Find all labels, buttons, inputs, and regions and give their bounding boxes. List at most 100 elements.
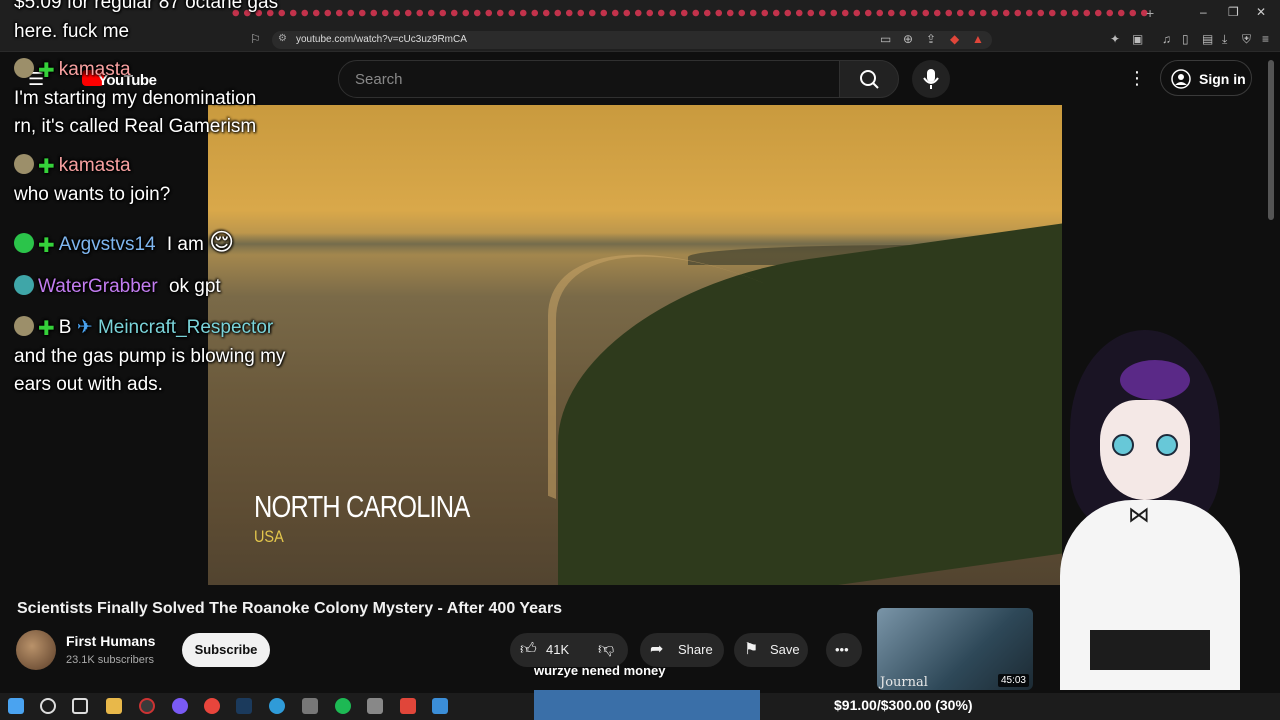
user-avatar-badge — [14, 233, 34, 253]
steam-icon[interactable] — [236, 698, 252, 714]
app-icon[interactable] — [302, 698, 318, 714]
chrome-icon[interactable] — [204, 698, 220, 714]
vtube-studio-icon[interactable] — [432, 698, 448, 714]
like-count[interactable]: 41K — [546, 633, 569, 667]
like-dislike-group: 👍︎ 41K 👎︎ — [510, 633, 628, 667]
vtuber-avatar: ⋈ — [1050, 330, 1250, 690]
subscribe-button[interactable]: Subscribe — [182, 633, 270, 667]
chat-message: and the gas pump is blowing my — [14, 346, 286, 367]
close-icon[interactable]: ✕ — [1256, 5, 1266, 19]
share-icon: ➦ — [650, 641, 664, 658]
chat-message: I am — [166, 234, 204, 255]
address-bar: ⚐ ⚙ youtube.com/watch?v=cUc3uz9RmCA ▭ ⊕ … — [0, 28, 1280, 52]
user-avatar-badge — [14, 154, 34, 174]
page-scrollbar[interactable] — [1268, 60, 1274, 220]
vtuber-eye-right — [1156, 434, 1178, 456]
site-info-icon[interactable]: ⚙ — [278, 33, 287, 44]
microphone-icon — [923, 69, 939, 89]
video-player[interactable]: NORTH CAROLINA USA — [208, 105, 1062, 585]
zoom-icon[interactable]: ⊕ — [903, 32, 913, 46]
member-badge-icon: ✚ — [38, 60, 55, 82]
bookmark-icon: ⚑ — [744, 641, 759, 658]
more-icon: ••• — [835, 642, 849, 657]
smiling-emoji-icon: 😌 — [209, 229, 235, 256]
chat-username: Avgvstvs14 — [58, 234, 156, 255]
member-badge-icon: ✚ — [38, 235, 55, 257]
obs-icon[interactable] — [139, 698, 155, 714]
edge-icon[interactable] — [269, 698, 285, 714]
chat-message: here. fuck me — [14, 21, 130, 42]
donation-goal-bar — [534, 690, 760, 720]
vtuber-hair-highlight — [1120, 360, 1190, 400]
channel-name[interactable]: First Humans — [66, 633, 155, 649]
chat-message: I'm starting my denomination — [14, 88, 257, 109]
file-explorer-icon[interactable] — [106, 698, 122, 714]
brave-icon[interactable] — [400, 698, 416, 714]
broken-image-badge: B — [58, 317, 72, 338]
bookmark-icon[interactable]: ⚐ — [250, 32, 261, 46]
rewards-icon[interactable]: ▲ — [972, 32, 984, 46]
search-button[interactable] — [839, 60, 899, 98]
chat-username: Meincraft_Respector — [97, 317, 274, 338]
share-label: Share — [678, 642, 713, 657]
sword-badge-icon: ✈ — [76, 317, 93, 338]
music-icon[interactable]: ♫ — [1162, 32, 1171, 46]
chat-user-line: ✚ kamasta — [14, 154, 131, 179]
spotify-icon[interactable] — [335, 698, 351, 714]
share-icon[interactable]: ⇪ — [926, 32, 936, 46]
downloads-icon[interactable]: ⤓ — [1222, 32, 1227, 47]
browser-menu-icon[interactable]: ≡ — [1262, 32, 1269, 46]
channel-avatar[interactable] — [16, 630, 56, 670]
recommended-video-thumbnail[interactable]: Journal 45:03 — [877, 608, 1033, 690]
wallet-icon[interactable]: ▤ — [1202, 32, 1213, 46]
share-button[interactable]: ➦ Share — [640, 633, 724, 667]
chat-username: kamasta — [58, 155, 131, 176]
chat-user-line: ✚ Avgvstvs14 I am 😌 — [14, 228, 234, 258]
vtuber-corset — [1090, 630, 1210, 670]
chat-username: kamasta — [58, 59, 131, 80]
chat-message: ok gpt — [168, 276, 221, 297]
chat-message: $5.09 for regular 87 octane gas — [14, 0, 279, 13]
vtuber-bow: ⋈ — [1128, 502, 1150, 527]
sign-in-button[interactable]: Sign in — [1160, 60, 1252, 96]
chat-user-line: ✚ kamasta — [14, 58, 131, 83]
discord-icon[interactable] — [172, 698, 188, 714]
new-tab-button[interactable]: + — [1146, 5, 1154, 21]
task-view-icon[interactable] — [72, 698, 88, 714]
account-icon — [1171, 69, 1191, 89]
dislike-icon[interactable]: 👎︎ — [598, 633, 614, 667]
member-badge-icon: ✚ — [38, 318, 55, 340]
vtuber-eye-left — [1112, 434, 1134, 456]
brave-shield-icon[interactable]: ◆ — [950, 32, 959, 46]
chat-user-line: WaterGrabber ok gpt — [14, 275, 221, 298]
voice-search-button[interactable] — [912, 60, 950, 98]
chat-message: rn, it's called Real Gamerism — [14, 116, 257, 137]
save-button[interactable]: ⚑ Save — [734, 633, 808, 667]
search-icon — [860, 70, 879, 89]
vpn-icon[interactable]: ⛨ — [1242, 32, 1251, 47]
maximize-icon[interactable]: ❐ — [1228, 5, 1239, 19]
like-icon[interactable]: 👍︎ — [520, 633, 537, 667]
more-actions-button[interactable]: ••• — [826, 633, 862, 667]
video-location-subtitle: USA — [254, 527, 284, 546]
sidebar-icon[interactable]: ▯ — [1182, 32, 1189, 46]
install-icon[interactable]: ▭ — [880, 32, 891, 46]
sign-in-label: Sign in — [1199, 71, 1246, 87]
app-icon[interactable] — [367, 698, 383, 714]
search-placeholder: Search — [355, 71, 403, 88]
user-avatar-badge — [14, 275, 34, 295]
browser-tabs[interactable] — [230, 8, 1150, 18]
extensions-icon[interactable]: ✦ — [1110, 32, 1120, 46]
search-icon[interactable] — [40, 698, 56, 714]
screenshot-icon[interactable]: ▣ — [1132, 32, 1143, 46]
search-input[interactable]: Search — [338, 60, 840, 98]
chat-message: ears out with ads. — [14, 374, 163, 395]
user-avatar-badge — [14, 316, 34, 336]
settings-kebab-icon[interactable]: ⋮ — [1128, 68, 1146, 89]
url-text: youtube.com/watch?v=cUc3uz9RmCA — [296, 34, 467, 45]
donation-message: wurzye nened money — [534, 663, 666, 678]
donation-goal-text: $91.00/$300.00 (30%) — [834, 697, 973, 713]
thumbnail-text: Journal — [880, 675, 928, 690]
start-icon[interactable] — [8, 698, 24, 714]
minimize-icon[interactable]: – — [1200, 5, 1207, 19]
